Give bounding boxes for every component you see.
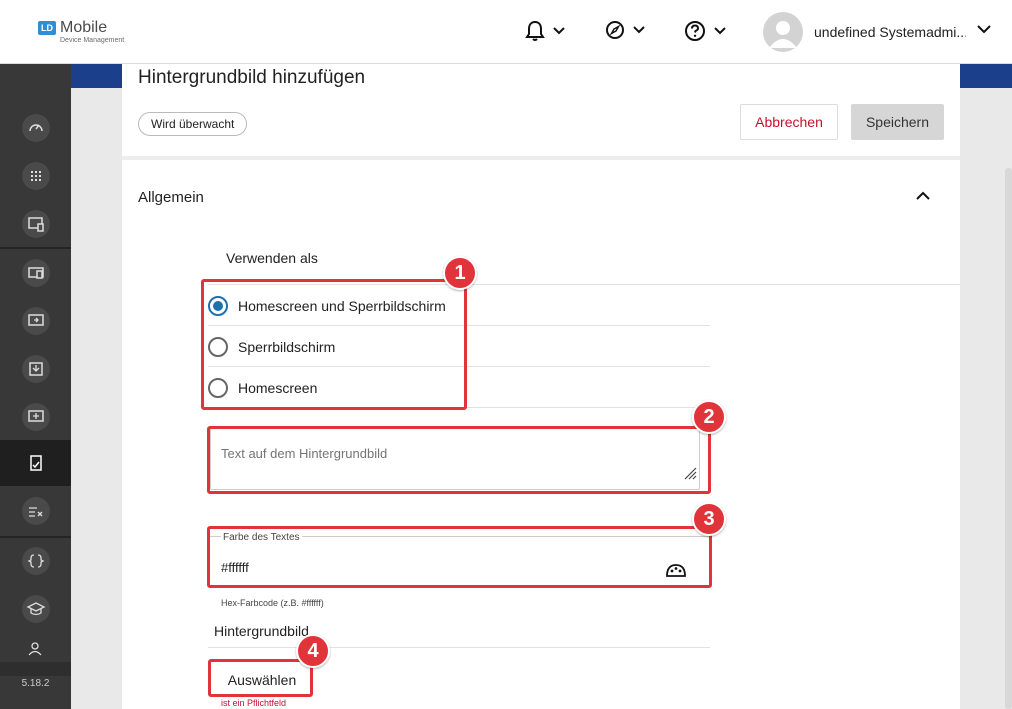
app-logo[interactable]: LD Mobile Device Management bbox=[38, 20, 124, 44]
page-header: Hintergrundbild hinzufügen Wird überwach… bbox=[122, 64, 960, 156]
annotation-badge-4: 4 bbox=[296, 634, 330, 668]
list-check-icon bbox=[21, 497, 50, 525]
sidebar-item-dashboard[interactable] bbox=[0, 105, 71, 151]
logo-badge: LD bbox=[38, 21, 56, 35]
wallpaper-icon bbox=[29, 455, 42, 471]
sidebar-item-add-screen[interactable] bbox=[0, 394, 71, 440]
graduation-cap-icon bbox=[21, 595, 50, 623]
logo-subtitle: Device Management bbox=[60, 37, 125, 44]
app-version: 5.18.2 bbox=[21, 678, 50, 689]
braces-icon bbox=[21, 547, 50, 575]
highlight-box-4 bbox=[208, 659, 313, 697]
sidebar-divider bbox=[0, 247, 71, 249]
help-menu[interactable] bbox=[684, 20, 726, 42]
screen-add-icon bbox=[21, 403, 50, 431]
color-hint: Hex-Farbcode (z.B. #ffffff) bbox=[221, 598, 324, 608]
header-divider bbox=[122, 156, 960, 160]
help-icon bbox=[685, 21, 705, 41]
save-button[interactable]: Speichern bbox=[851, 104, 944, 140]
sidebar-footer bbox=[0, 662, 71, 676]
sidebar-item-users[interactable] bbox=[0, 636, 71, 660]
annotation-badge-2: 2 bbox=[692, 400, 726, 434]
annotation-badge-1: 1 bbox=[443, 256, 477, 290]
compass-icon bbox=[606, 21, 624, 39]
device-settings-icon bbox=[21, 210, 50, 238]
status-badge: Wird überwacht bbox=[138, 112, 248, 136]
devices-icon bbox=[21, 259, 50, 287]
sidebar-item-devices[interactable] bbox=[0, 201, 71, 247]
screen-forward-icon bbox=[21, 307, 50, 335]
chevron-down-icon bbox=[553, 27, 565, 35]
highlight-box-1 bbox=[201, 279, 467, 410]
sidebar-item-screens[interactable] bbox=[0, 298, 71, 344]
sidebar-item-training[interactable] bbox=[0, 586, 71, 632]
notifications-menu[interactable] bbox=[525, 20, 565, 42]
download-icon bbox=[21, 355, 50, 383]
chevron-down-icon bbox=[633, 26, 645, 34]
scrollbar[interactable] bbox=[1005, 168, 1012, 709]
sidebar-item-profiles[interactable] bbox=[0, 250, 71, 296]
sidebar-item-apps[interactable] bbox=[0, 153, 71, 199]
grid-icon bbox=[21, 162, 50, 190]
chevron-up-icon[interactable] bbox=[916, 191, 930, 200]
use-as-label: Verwenden als bbox=[226, 250, 318, 266]
top-bar: LD Mobile Device Management undefined Sy… bbox=[0, 0, 1012, 64]
field-divider bbox=[208, 647, 710, 648]
user-settings-icon bbox=[28, 642, 41, 656]
chevron-down-icon bbox=[714, 27, 726, 35]
page-title: Hintergrundbild hinzufügen bbox=[138, 67, 366, 88]
highlight-box-2 bbox=[207, 426, 711, 494]
sidebar-item-scripts[interactable] bbox=[0, 538, 71, 584]
required-message: ist ein Pflichtfeld bbox=[221, 698, 287, 708]
background-label: Hintergrundbild bbox=[214, 623, 309, 639]
avatar[interactable] bbox=[763, 12, 803, 52]
sidebar: 5.18.2 bbox=[0, 64, 71, 709]
sidebar-item-downloads[interactable] bbox=[0, 346, 71, 392]
cancel-button[interactable]: Abbrechen bbox=[740, 104, 838, 140]
sidebar-item-wallpaper[interactable] bbox=[0, 440, 71, 486]
annotation-badge-3: 3 bbox=[692, 502, 726, 536]
compass-menu[interactable] bbox=[605, 20, 645, 40]
highlight-box-3 bbox=[207, 526, 712, 588]
bell-icon bbox=[525, 20, 545, 41]
section-title: Allgemein bbox=[138, 189, 204, 206]
sidebar-item-compliance[interactable] bbox=[0, 488, 71, 534]
username[interactable]: undefined Systemadmi... bbox=[814, 24, 966, 40]
gauge-icon bbox=[21, 114, 50, 142]
logo-name: Mobile bbox=[60, 19, 108, 36]
chevron-down-icon[interactable] bbox=[977, 25, 991, 34]
